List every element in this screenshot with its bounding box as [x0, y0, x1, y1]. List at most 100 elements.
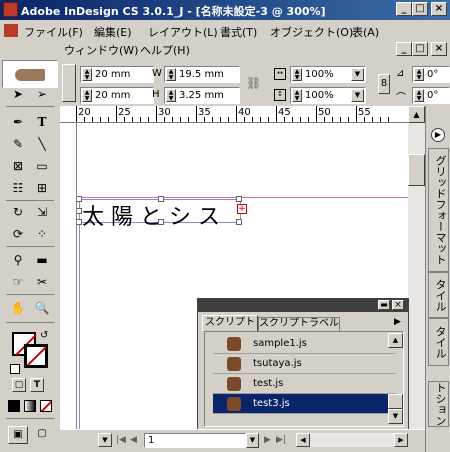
- script-item-selected[interactable]: test3.js: [213, 394, 396, 414]
- list-scroll-up-icon[interactable]: ▲: [388, 333, 403, 348]
- formatting-text-icon[interactable]: T: [30, 378, 44, 392]
- scale-x-dropdown-icon[interactable]: ▼: [351, 68, 364, 81]
- w-spinner-icon[interactable]: ▲ ▼: [166, 68, 176, 81]
- previous-page-icon[interactable]: ◀: [130, 435, 137, 445]
- frame-handle[interactable]: [158, 196, 164, 202]
- script-item[interactable]: test.js: [213, 374, 396, 394]
- menu-window[interactable]: ウィンドウ(W): [64, 42, 138, 58]
- swap-fill-stroke-icon[interactable]: ↺: [40, 330, 48, 341]
- last-page-icon[interactable]: ▶|: [276, 435, 286, 445]
- tab-scripts[interactable]: スクリプト: [202, 315, 258, 331]
- page-dropdown-icon[interactable]: ▼: [246, 433, 259, 448]
- rotate-field[interactable]: ▲ ▼ 0°: [412, 66, 450, 83]
- panel-menu-icon[interactable]: ▶: [394, 317, 401, 327]
- minimize-button[interactable]: _: [396, 2, 412, 16]
- apply-gradient-icon[interactable]: [24, 400, 36, 412]
- scroll-left-icon[interactable]: ◀: [296, 433, 310, 447]
- frame-handle[interactable]: [77, 208, 82, 214]
- rectangle-frame-tool-icon[interactable]: ⊠: [8, 156, 28, 176]
- selection-tool-icon[interactable]: ➤: [8, 84, 28, 104]
- y-spinner-icon[interactable]: ▲ ▼: [82, 89, 92, 102]
- scale-x-spinner-icon[interactable]: ▲ ▼: [292, 68, 302, 81]
- list-scroll-thumb[interactable]: [388, 394, 403, 409]
- scroll-right-icon[interactable]: ▶: [394, 433, 408, 447]
- panel-close-icon[interactable]: ×: [392, 300, 404, 310]
- scissors-tool-icon[interactable]: ✂: [32, 272, 52, 292]
- apply-none-icon[interactable]: [40, 400, 52, 412]
- reference-point-proxy[interactable]: [62, 64, 76, 102]
- text-frame[interactable]: 太陽とシス +: [77, 196, 247, 230]
- expand-palette-icon[interactable]: ▶: [431, 128, 445, 142]
- shear-spinner-icon[interactable]: ▲ ▼: [414, 89, 424, 102]
- h-spinner-icon[interactable]: ▲ ▼: [166, 89, 176, 102]
- normal-view-mode-icon[interactable]: ▣: [8, 426, 28, 444]
- frame-handle[interactable]: [77, 196, 82, 202]
- free-transform-tool-icon[interactable]: ⁘: [32, 224, 52, 244]
- page-number-field[interactable]: 1: [144, 433, 246, 448]
- link-icon[interactable]: 8: [378, 74, 390, 94]
- first-page-icon[interactable]: |◀: [116, 435, 126, 445]
- line-tool-icon[interactable]: ╲: [32, 134, 52, 154]
- frame-handle[interactable]: [158, 219, 164, 225]
- frame-handle[interactable]: [77, 219, 82, 225]
- scroll-up-icon[interactable]: ▲: [408, 106, 425, 123]
- horizontal-scrollbar[interactable]: [310, 433, 394, 447]
- formatting-container-icon[interactable]: ▢: [12, 378, 26, 392]
- table-tool-icon[interactable]: ⊞: [32, 178, 52, 198]
- shear-tool-icon[interactable]: ⟳: [8, 224, 28, 244]
- app-icon[interactable]: [3, 2, 18, 17]
- next-page-icon[interactable]: ▶: [264, 435, 271, 445]
- menu-edit[interactable]: 編集(E): [94, 24, 132, 40]
- default-fill-stroke-icon[interactable]: [10, 364, 20, 374]
- maximize-button[interactable]: □: [412, 2, 428, 16]
- panel-minimize-icon[interactable]: ▬: [378, 300, 390, 310]
- button-tool-icon[interactable]: ☷: [8, 178, 28, 198]
- gradient-tool-icon[interactable]: ▬: [32, 250, 52, 270]
- tab-tile-1[interactable]: タイル: [428, 272, 449, 318]
- x-field[interactable]: ▲ ▼ 20 mm: [80, 66, 154, 83]
- w-field[interactable]: ▲ ▼ 19.5 mm: [164, 66, 240, 83]
- scroll-down-icon[interactable]: ▼: [98, 433, 112, 447]
- scroll-thumb[interactable]: [408, 154, 425, 186]
- tab-option[interactable]: トション: [428, 381, 449, 427]
- shear-field[interactable]: ▲ ▼ 0°: [412, 87, 450, 104]
- scale-y-dropdown-icon[interactable]: ▼: [351, 89, 364, 102]
- overset-text-icon[interactable]: +: [237, 204, 247, 214]
- rectangle-tool-icon[interactable]: ▭: [32, 156, 52, 176]
- menu-layout[interactable]: レイアウト(L): [148, 24, 218, 40]
- close-button[interactable]: ×: [431, 2, 447, 16]
- menu-type[interactable]: 書式(T): [220, 24, 257, 40]
- frame-handle[interactable]: [236, 196, 242, 202]
- x-spinner-icon[interactable]: ▲ ▼: [82, 68, 92, 81]
- y-field[interactable]: ▲ ▼ 20 mm: [80, 87, 154, 104]
- menu-table[interactable]: 表(A): [352, 24, 379, 40]
- tab-tile-2[interactable]: タイル: [428, 318, 449, 366]
- pen-tool-icon[interactable]: ✒: [8, 112, 28, 132]
- doc-close-button[interactable]: ×: [431, 42, 447, 56]
- horizontal-ruler[interactable]: 20 25 30 35 40 45 50 55: [60, 106, 408, 123]
- scale-tool-icon[interactable]: ⇲: [32, 202, 52, 222]
- apply-color-icon[interactable]: [8, 400, 20, 412]
- list-scroll-down-icon[interactable]: ▼: [388, 409, 403, 424]
- hand-tool-icon[interactable]: ✋: [8, 298, 28, 318]
- rotate-tool-icon[interactable]: ↻: [8, 202, 28, 222]
- stroke-swatch[interactable]: [24, 344, 48, 368]
- pencil-tool-icon[interactable]: ✎: [8, 134, 28, 154]
- eyedropper-tool-icon[interactable]: ⚲: [8, 250, 28, 270]
- rotate-spinner-icon[interactable]: ▲ ▼: [414, 68, 424, 81]
- scale-x-field[interactable]: ▲ ▼ 100% ▼: [290, 66, 366, 83]
- document-icon[interactable]: [4, 24, 18, 37]
- script-item[interactable]: tsutaya.js: [213, 354, 396, 374]
- tab-grid-format[interactable]: グリッドフォーマット: [428, 148, 449, 272]
- menu-help[interactable]: ヘルプ(H): [140, 42, 190, 58]
- doc-minimize-button[interactable]: _: [396, 42, 412, 56]
- menu-file[interactable]: ファイル(F): [24, 24, 83, 40]
- doc-restore-button[interactable]: □: [412, 42, 428, 56]
- type-tool-icon[interactable]: T: [32, 112, 52, 132]
- h-field[interactable]: ▲ ▼ 3.25 mm: [164, 87, 240, 104]
- panel-titlebar[interactable]: ▬ ×: [198, 299, 408, 312]
- tab-script-label[interactable]: スクリプトラベル: [258, 317, 340, 331]
- vertical-ruler[interactable]: [60, 123, 77, 429]
- scale-y-spinner-icon[interactable]: ▲ ▼: [292, 89, 302, 102]
- zoom-tool-icon[interactable]: 🔍: [32, 298, 52, 318]
